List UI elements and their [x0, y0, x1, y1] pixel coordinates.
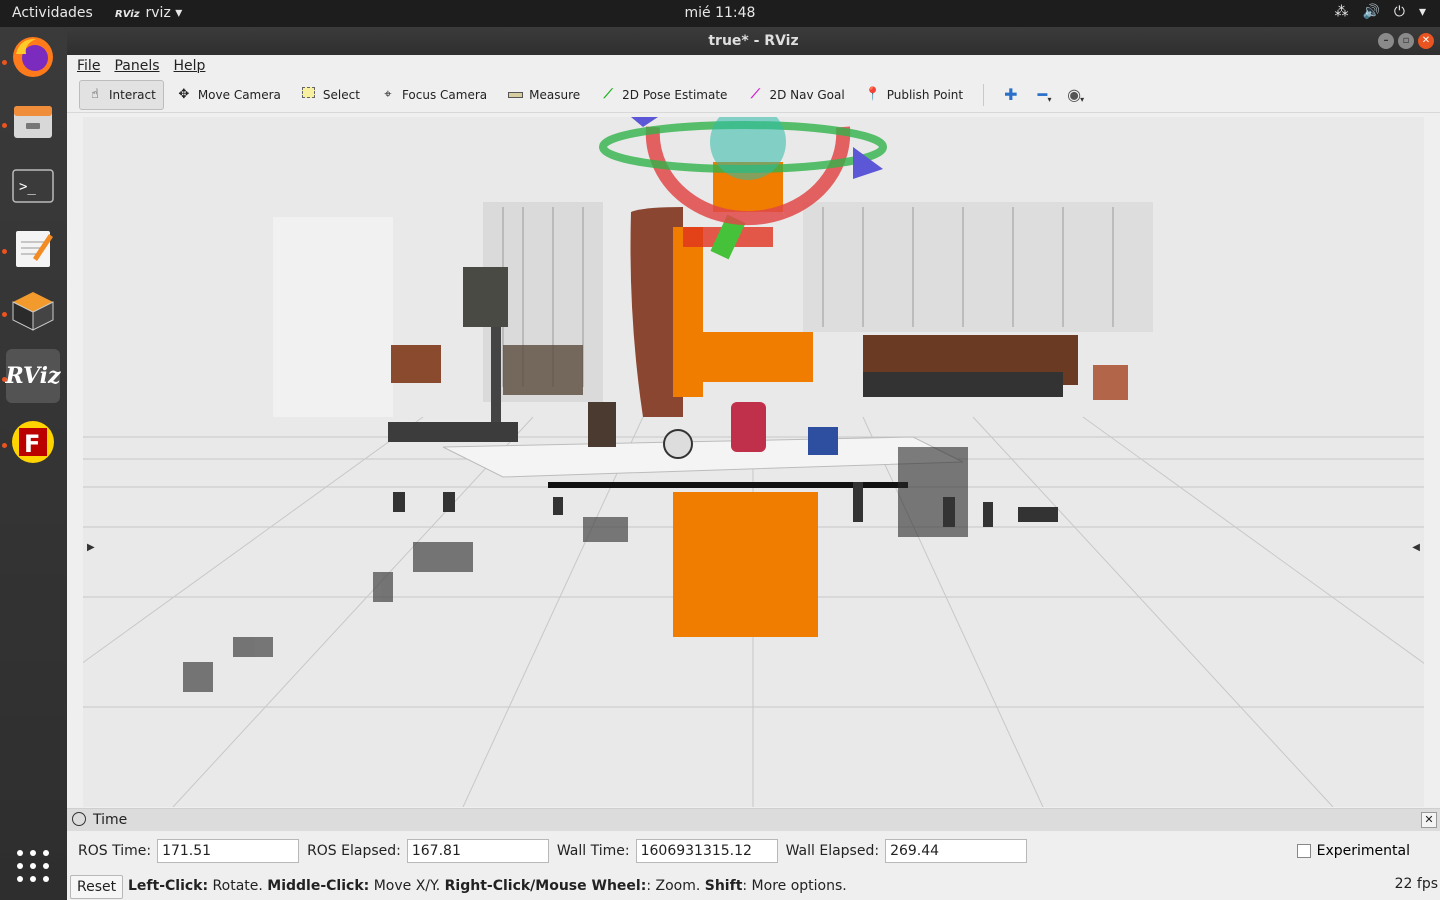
mouse-hint: Left-Click: Rotate. Middle-Click: Move X…	[128, 878, 847, 894]
window-title: true* - RViz	[708, 33, 799, 49]
ros-time-field[interactable]: 171.51	[157, 839, 300, 863]
menu-bar: File Panels Help	[67, 55, 1440, 77]
activities-button[interactable]: Actividades	[12, 5, 93, 21]
minimize-icon[interactable]: –	[1378, 33, 1394, 49]
rviz-icon[interactable]: RViz	[5, 349, 61, 403]
hint-left-text: Rotate.	[208, 878, 268, 894]
ros-time-label: ROS Time:	[78, 843, 152, 859]
volume-icon[interactable]: 🔊	[1362, 4, 1379, 20]
interact-tool[interactable]: ☝ Interact	[79, 79, 164, 110]
chevron-down-icon[interactable]: ▾	[1419, 4, 1426, 20]
hint-middle-key: Middle-Click:	[267, 878, 370, 894]
wall-elapsed-label: Wall Elapsed:	[785, 843, 880, 859]
hand-icon: ☝	[91, 87, 99, 102]
time-fields: ROS Time: 171.51 ROS Elapsed: 167.81 Wal…	[78, 839, 1035, 863]
focus-camera-label: Focus Camera	[401, 87, 488, 102]
svg-text:>_: >_	[19, 179, 36, 195]
hint-shift-key: Shift	[704, 878, 743, 894]
rviz-app-icon: RViz	[115, 9, 140, 20]
pose-estimate-label: 2D Pose Estimate	[622, 87, 728, 102]
nav-goal-label: 2D Nav Goal	[769, 87, 845, 102]
3d-viewport[interactable]: ▶ ◀	[83, 117, 1424, 807]
power-icon[interactable]: ⏻	[1394, 4, 1405, 20]
publish-point-tool[interactable]: 📍 Publish Point	[857, 80, 971, 110]
status-bar: Reset Left-Click: Rotate. Middle-Click: …	[67, 872, 1440, 900]
hint-right-key: Right-Click/Mouse Wheel:	[444, 878, 647, 894]
svg-text:F: F	[24, 430, 40, 458]
app-menu[interactable]: RViz rviz ▾	[115, 5, 182, 21]
menu-help[interactable]: Help	[174, 55, 206, 77]
system-top-bar: Actividades RViz rviz ▾ mié 11:48 ⁂ 🔊 ⏻ ▾	[0, 0, 1440, 27]
measure-tool[interactable]: Measure	[499, 80, 588, 110]
remove-tool-icon[interactable]: ━ ▾	[1038, 85, 1052, 104]
hint-shift-text: : More options.	[742, 878, 847, 894]
fps-counter: 22 fps	[1394, 876, 1438, 892]
pose-estimate-tool[interactable]: ⟋ 2D Pose Estimate	[592, 80, 735, 110]
rviz-icon-label: RViz	[5, 363, 61, 389]
reset-button[interactable]: Reset	[70, 875, 124, 899]
show-applications-icon[interactable]	[17, 850, 49, 882]
rviz-window: true* - RViz – ▫ ✕ File Panels Help ☝ In…	[67, 27, 1440, 900]
magenta-arrow-icon: ⟋	[750, 87, 760, 102]
network-icon[interactable]: ⁂	[1334, 4, 1348, 20]
collapse-left-panel-icon[interactable]: ▶	[87, 542, 95, 553]
wall-elapsed-field[interactable]: 269.44	[885, 839, 1028, 863]
clock[interactable]: mié 11:48	[0, 5, 1440, 21]
close-icon[interactable]: ✕	[1418, 33, 1434, 49]
map-pin-icon: 📍	[864, 87, 881, 102]
measure-label: Measure	[529, 87, 581, 102]
select-label: Select	[322, 87, 360, 102]
experimental-checkbox[interactable]: Experimental	[1296, 843, 1410, 859]
menu-panels[interactable]: Panels	[114, 55, 159, 77]
eye-icon[interactable]: ◉ ▾	[1067, 85, 1084, 104]
menu-file[interactable]: File	[77, 55, 100, 77]
time-panel-title: Time	[93, 812, 128, 828]
maximize-icon[interactable]: ▫	[1398, 33, 1414, 49]
hint-middle-text: Move X/Y.	[369, 878, 445, 894]
wall-time-field[interactable]: 1606931315.12	[635, 839, 778, 863]
hint-left-key: Left-Click:	[128, 878, 209, 894]
virtualbox-icon[interactable]	[6, 284, 60, 338]
dock: >_ RViz F	[0, 27, 67, 900]
firefox-icon[interactable]	[6, 30, 60, 84]
nav-goal-tool[interactable]: ⟋ 2D Nav Goal	[739, 80, 852, 110]
ros-elapsed-label: ROS Elapsed:	[307, 843, 401, 859]
move-camera-label: Move Camera	[197, 87, 281, 102]
move-camera-tool[interactable]: ✥ Move Camera	[168, 80, 289, 110]
time-panel-header: Time ✕	[67, 809, 1440, 831]
checkbox-box[interactable]	[1296, 844, 1311, 858]
close-panel-icon[interactable]: ✕	[1421, 812, 1437, 828]
green-arrow-icon: ⟋	[603, 87, 613, 102]
tool-bar: ☝ Interact ✥ Move Camera Select ⌖ Focus …	[67, 77, 1440, 113]
experimental-label: Experimental	[1316, 843, 1410, 859]
interact-label: Interact	[109, 87, 156, 102]
window-titlebar[interactable]: true* - RViz – ▫ ✕	[67, 27, 1440, 55]
add-tool-icon[interactable]: ✚	[1004, 85, 1017, 104]
chevron-down-icon: ▾	[175, 5, 183, 21]
focus-camera-tool[interactable]: ⌖ Focus Camera	[372, 80, 495, 110]
ruler-icon	[507, 87, 523, 102]
text-editor-icon[interactable]	[6, 221, 60, 275]
toolbar-separator	[983, 83, 985, 106]
publish-point-label: Publish Point	[886, 87, 964, 102]
system-tray[interactable]: ⁂ 🔊 ⏻ ▾	[1334, 4, 1426, 20]
files-icon[interactable]	[6, 93, 60, 147]
app-menu-label: rviz	[145, 5, 171, 21]
move-arrows-icon: ✥	[178, 87, 190, 102]
selection-box-icon	[301, 87, 317, 102]
clock-icon	[72, 812, 86, 826]
3d-scene	[83, 117, 1424, 807]
ros-elapsed-field[interactable]: 167.81	[406, 839, 549, 863]
terminal-icon[interactable]: >_	[6, 159, 60, 213]
crosshair-icon: ⌖	[384, 87, 392, 102]
wall-time-label: Wall Time:	[556, 843, 630, 859]
select-tool[interactable]: Select	[293, 80, 368, 110]
collapse-right-panel-icon[interactable]: ◀	[1412, 542, 1420, 553]
hint-right-text: : Zoom.	[646, 878, 705, 894]
filezilla-icon[interactable]: F	[6, 415, 60, 469]
